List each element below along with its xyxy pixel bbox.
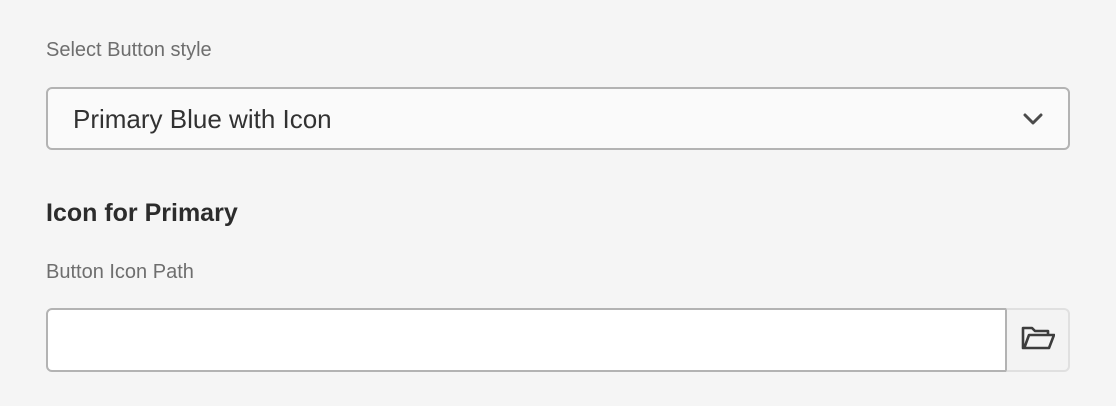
button-icon-path-field: [46, 308, 1070, 372]
button-icon-path-label: Button Icon Path: [46, 261, 194, 283]
chevron-down-icon: [1022, 112, 1044, 126]
button-style-select[interactable]: Primary Blue with Icon: [46, 87, 1070, 150]
icon-section-heading: Icon for Primary: [46, 199, 238, 227]
button-style-label: Select Button style: [46, 39, 212, 61]
browse-path-button[interactable]: [1006, 308, 1070, 372]
button-style-selected-value: Primary Blue with Icon: [73, 103, 332, 134]
button-config-panel: Select Button style Primary Blue with Ic…: [0, 0, 1116, 406]
button-icon-path-input[interactable]: [46, 308, 1006, 372]
folder-open-icon: [1021, 325, 1055, 356]
